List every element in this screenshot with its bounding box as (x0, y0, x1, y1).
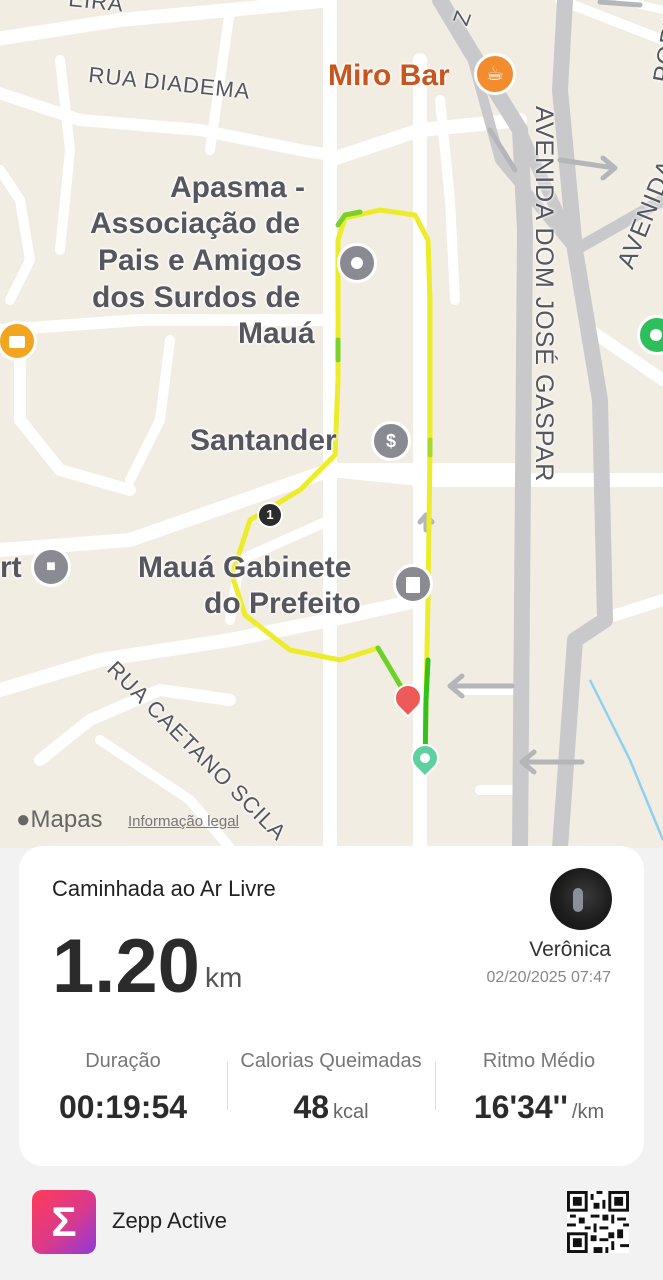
stat-label: Ritmo Médio (482, 1050, 596, 1072)
stat-calories: Calorias Queimadas 48 kcal (231, 1050, 431, 1126)
route-map[interactable]: ☕ Miro Bar Apasma - Associação de Pais e… (0, 0, 663, 848)
distance-unit: km (205, 962, 243, 993)
poi-apasma-line1[interactable]: Apasma - (170, 170, 305, 206)
poi-apasma-line4[interactable]: dos Surdos de (92, 280, 300, 316)
poi-apasma-line5[interactable]: Mauá (238, 316, 315, 352)
street-dom-jose-gaspar: AVENIDA DOM JOSÉ GASPAR (530, 106, 558, 483)
bar-icon[interactable]: ☕ (474, 53, 516, 95)
stat-pace: Ritmo Médio 16'34''/km (439, 1050, 639, 1126)
app-name: Zepp Active (112, 1208, 227, 1233)
qr-code-icon[interactable] (567, 1191, 629, 1253)
building-icon[interactable] (393, 564, 433, 604)
stat-label: Duração (85, 1050, 161, 1072)
km-marker[interactable]: 1 (257, 502, 283, 528)
place-icon[interactable] (337, 243, 377, 283)
poi-apasma-line3[interactable]: Pais e Amigos (98, 243, 302, 279)
divider (435, 1062, 436, 1110)
poi-left-partial[interactable]: rt (0, 550, 22, 586)
poi-gabinete-line2[interactable]: do Prefeito (204, 586, 361, 622)
stat-value: 48 kcal (293, 1089, 369, 1125)
user-name: Verônica (529, 938, 611, 961)
poi-santander[interactable]: Santander (190, 423, 337, 459)
legal-link[interactable]: Informação legal (128, 813, 239, 830)
poi-miro-bar[interactable]: Miro Bar (328, 58, 450, 94)
stat-label: Calorias Queimadas (240, 1050, 422, 1072)
activity-date: 02/20/2025 07:47 (486, 969, 611, 986)
divider (227, 1062, 228, 1110)
avatar[interactable] (550, 868, 612, 930)
zepp-logo-icon[interactable]: Σ (32, 1190, 96, 1254)
stat-duration: Duração 00:19:54 (23, 1050, 223, 1126)
car-icon[interactable]: ■ (31, 547, 71, 587)
activity-title: Caminhada ao Ar Livre (52, 876, 276, 901)
summary-card: Caminhada ao Ar Livre 1.20 km Verônica 0… (19, 846, 644, 1166)
distance-value: 1.20 (52, 924, 200, 1009)
maps-brand: ●Mapas (16, 806, 103, 833)
apple-logo-icon: ● (16, 806, 31, 833)
poi-gabinete-line1[interactable]: Mauá Gabinete (138, 550, 351, 586)
stat-value: 00:19:54 (58, 1089, 188, 1125)
poi-apasma-line2[interactable]: Associação de (90, 206, 300, 242)
bank-icon[interactable]: $ (371, 421, 411, 461)
stat-value: 16'34''/km (473, 1089, 605, 1125)
